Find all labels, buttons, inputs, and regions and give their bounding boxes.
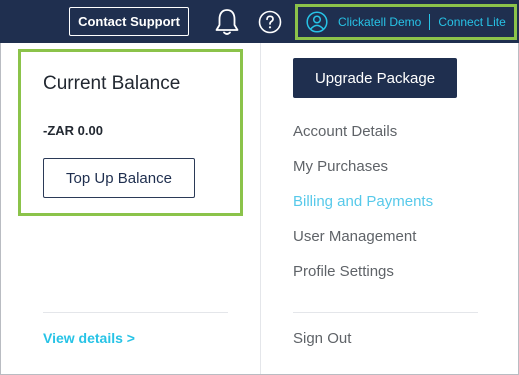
balance-amount: -ZAR 0.00	[43, 123, 103, 138]
balance-title: Current Balance	[43, 73, 181, 94]
menu-item-billing-and-payments[interactable]: Billing and Payments	[293, 193, 433, 210]
balance-panel: Current Balance -ZAR 0.00 Top Up Balance	[18, 49, 243, 216]
menu-item-my-purchases[interactable]: My Purchases	[293, 158, 388, 175]
account-separator	[429, 14, 431, 30]
contact-support-button[interactable]: Contact Support	[69, 7, 189, 36]
menu-item-user-management[interactable]: User Management	[293, 228, 416, 245]
menu-item-profile-settings[interactable]: Profile Settings	[293, 263, 394, 280]
account-name: Clickatell Demo	[338, 15, 422, 29]
view-details-link[interactable]: View details >	[43, 330, 135, 346]
account-plan: Connect Lite	[438, 15, 506, 29]
top-bar: Contact Support Clickatell Demo Connect …	[0, 0, 519, 43]
user-circle-icon	[306, 11, 328, 33]
top-up-balance-button[interactable]: Top Up Balance	[43, 158, 195, 198]
menu-item-account-details[interactable]: Account Details	[293, 123, 397, 140]
column-divider	[260, 43, 261, 374]
help-icon[interactable]	[258, 10, 282, 34]
upgrade-package-button[interactable]: Upgrade Package	[293, 58, 457, 98]
bell-icon[interactable]	[213, 7, 241, 37]
sign-out-link[interactable]: Sign Out	[293, 330, 351, 347]
divider	[43, 312, 228, 313]
divider	[293, 312, 478, 313]
account-menu-toggle[interactable]: Clickatell Demo Connect Lite	[295, 4, 517, 40]
